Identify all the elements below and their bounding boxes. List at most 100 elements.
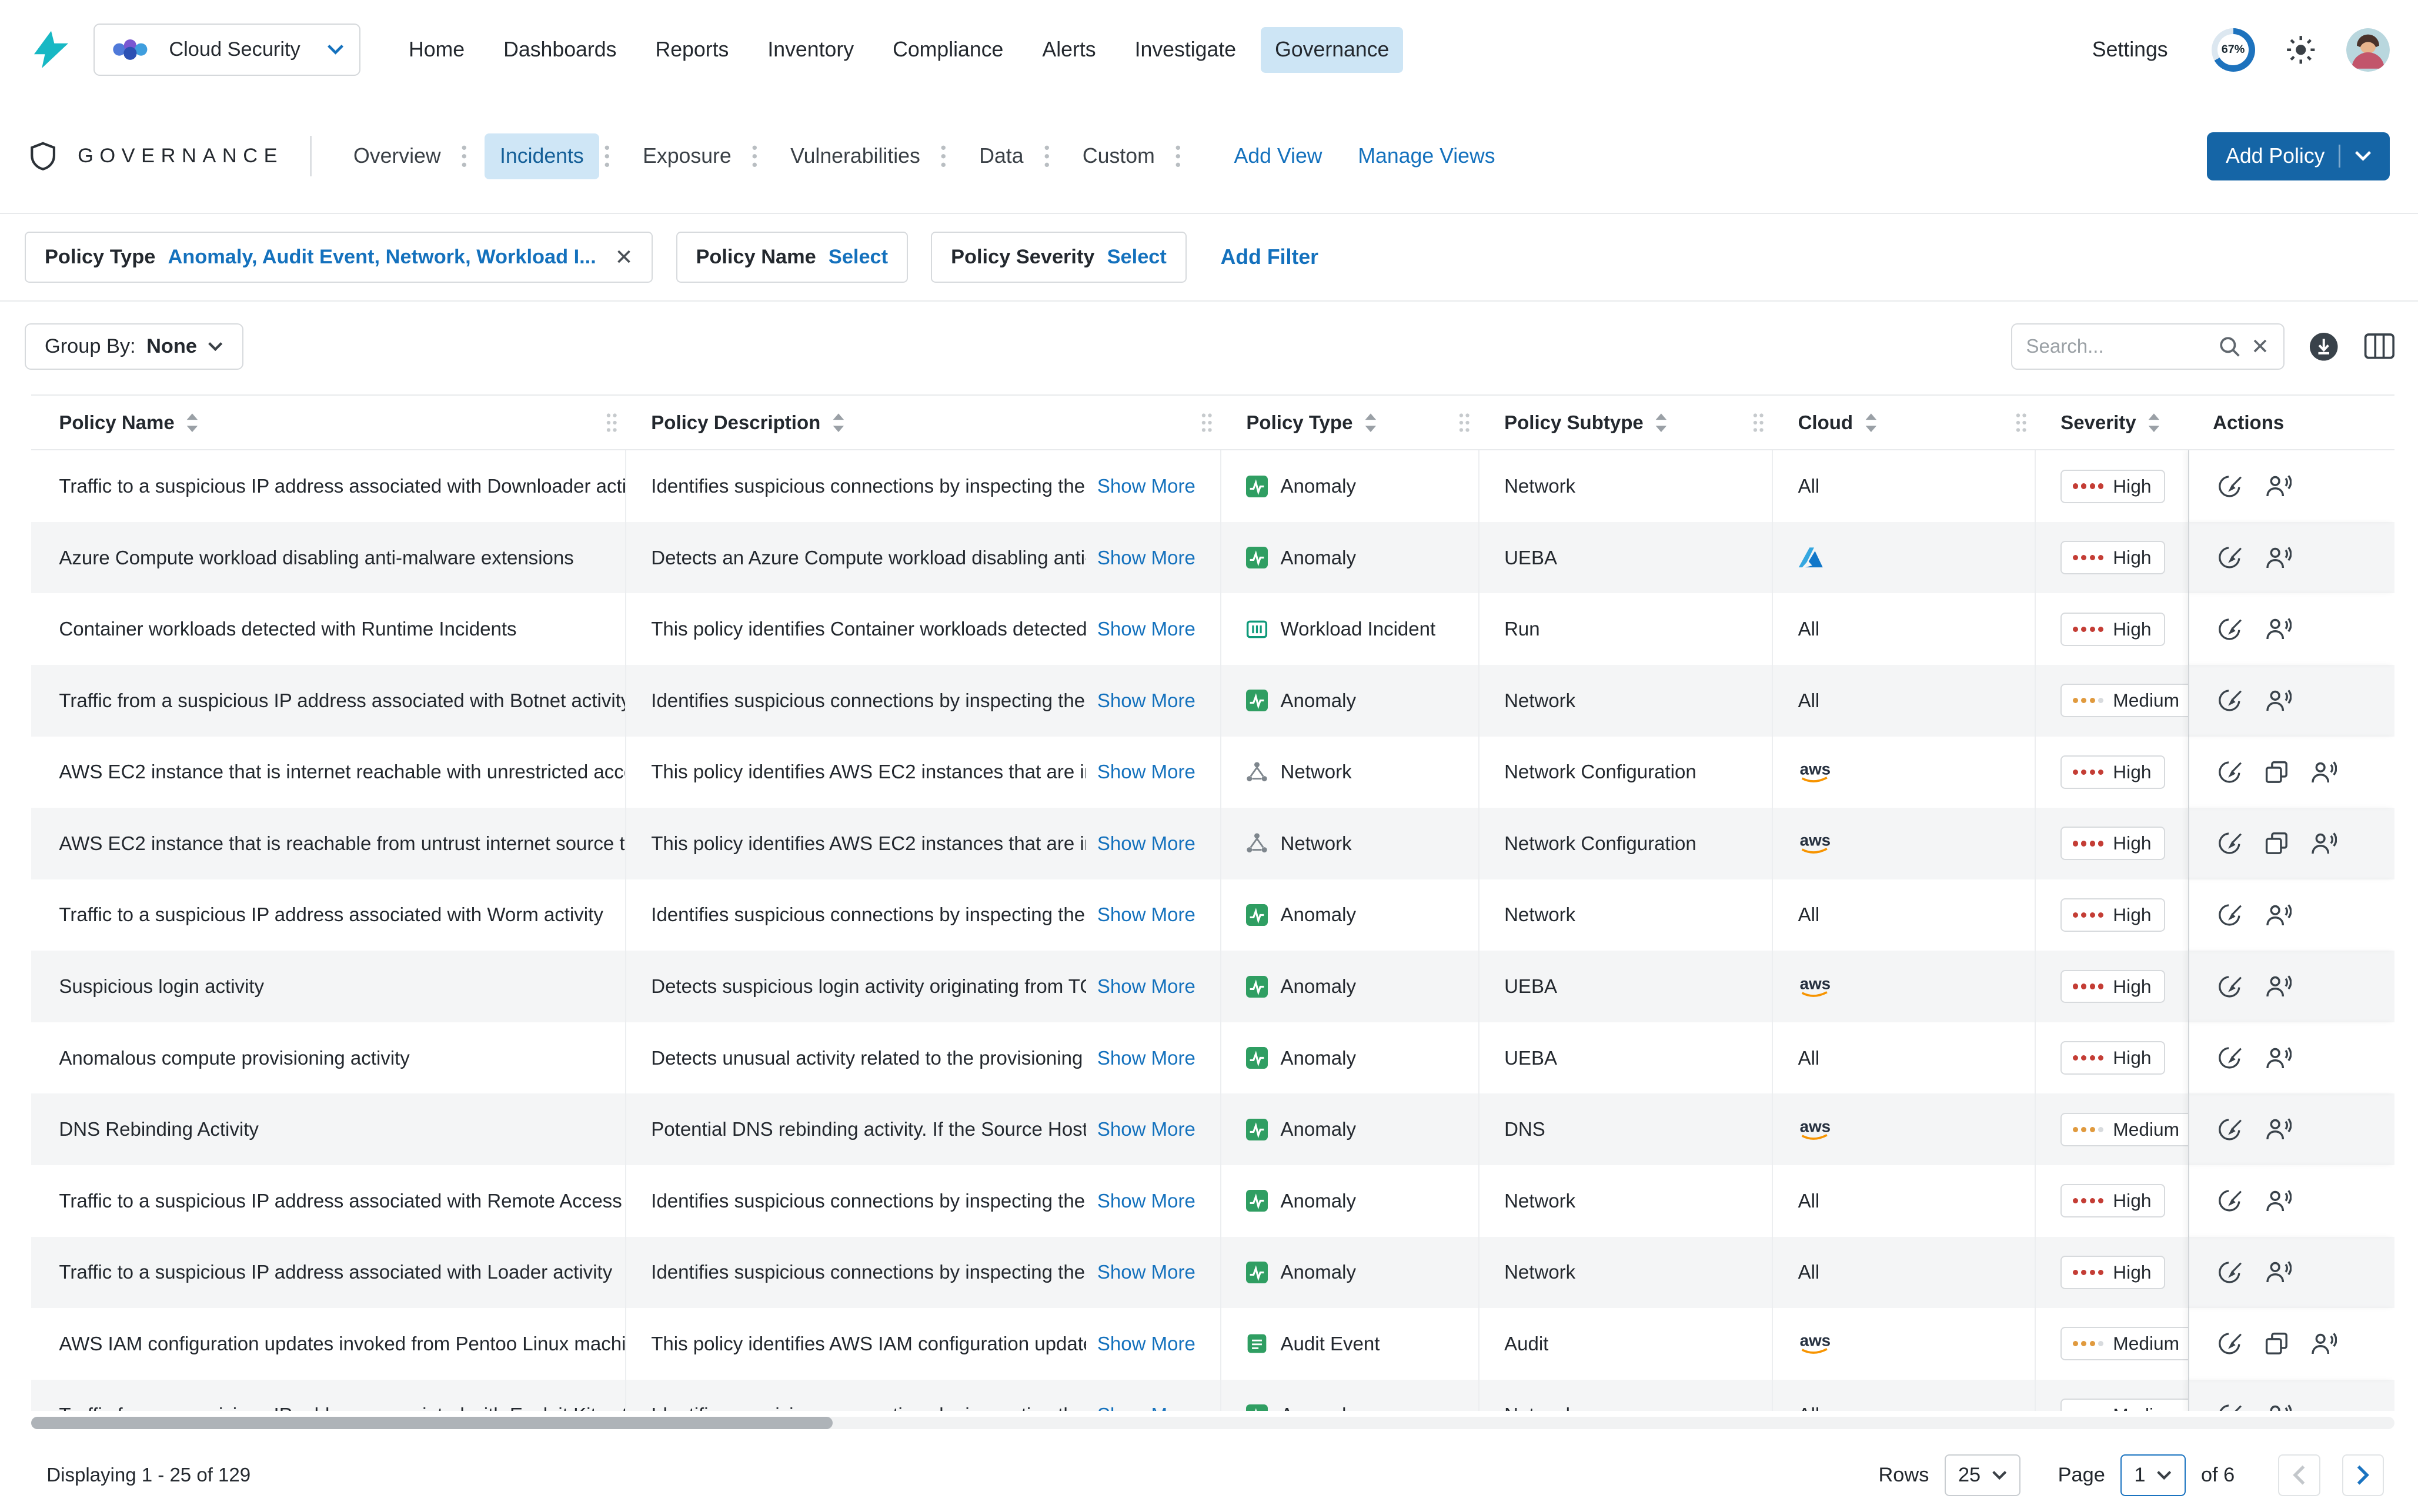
rows-per-page-select[interactable]: 25 [1944,1454,2021,1496]
sort-icon[interactable] [831,413,846,433]
edit-policy-icon[interactable] [2217,759,2243,785]
show-more-link[interactable]: Show More [1097,547,1195,569]
table-row[interactable]: AWS EC2 instance that is internet reacha… [31,736,2395,808]
user-alert-icon[interactable] [2265,1046,2292,1070]
show-more-link[interactable]: Show More [1097,475,1195,497]
user-alert-icon[interactable] [2310,832,2337,855]
table-row[interactable]: DNS Rebinding Activity Potential DNS rebi… [31,1093,2395,1165]
table-row[interactable]: AWS EC2 instance that is reachable from … [31,808,2395,879]
show-more-link[interactable]: Show More [1097,1404,1195,1410]
nav-dashboards[interactable]: Dashboards [489,27,630,73]
user-alert-icon[interactable] [2265,1404,2292,1411]
nav-investigate[interactable]: Investigate [1121,27,1250,73]
policy-name-cell[interactable]: AWS EC2 instance that is internet reacha… [31,736,626,808]
show-more-link[interactable]: Show More [1097,1190,1195,1212]
edit-policy-icon[interactable] [2217,473,2243,500]
policy-name-cell[interactable]: Traffic from a suspicious IP address ass… [31,665,626,737]
nav-reports[interactable]: Reports [642,27,743,73]
nav-settings[interactable]: Settings [2078,27,2182,73]
policy-name-cell[interactable]: Traffic to a suspicious IP address assoc… [31,879,626,951]
table-row[interactable]: Traffic to a suspicious IP address assoc… [31,1165,2395,1237]
user-alert-icon[interactable] [2265,1118,2292,1141]
clone-policy-icon[interactable] [2265,1332,2289,1356]
user-alert-icon[interactable] [2265,617,2292,641]
table-row[interactable]: Traffic from a suspicious IP address ass… [31,1379,2395,1411]
filter-chip-policy-severity[interactable]: Policy Severity Select [931,231,1187,283]
search-icon[interactable] [2219,336,2240,357]
nav-governance[interactable]: Governance [1261,26,1404,73]
user-alert-icon[interactable] [2310,1332,2337,1356]
column-header-policy-description[interactable]: Policy Description [626,396,1221,449]
user-alert-icon[interactable] [2265,904,2292,927]
table-row[interactable]: Traffic to a suspicious IP address assoc… [31,879,2395,951]
nav-alerts[interactable]: Alerts [1028,27,1110,73]
column-header-policy-name[interactable]: Policy Name [31,396,626,449]
policy-name-cell[interactable]: Azure Compute workload disabling anti-ma… [31,521,626,594]
edit-policy-icon[interactable] [2217,1187,2243,1214]
tab-incidents-menu-icon[interactable] [604,145,610,168]
show-more-link[interactable]: Show More [1097,1047,1195,1069]
sort-icon[interactable] [1654,413,1668,433]
column-header-cloud[interactable]: Cloud [1773,396,2036,449]
table-row[interactable]: Suspicious login activity Detects suspici… [31,951,2395,1022]
download-icon[interactable] [2307,330,2340,363]
user-alert-icon[interactable] [2310,761,2337,784]
user-avatar[interactable] [2346,28,2390,72]
tab-overview-menu-icon[interactable] [461,145,467,168]
show-more-link[interactable]: Show More [1097,975,1195,998]
sort-icon[interactable] [185,413,199,433]
column-drag-handle[interactable] [1753,413,1764,433]
show-more-link[interactable]: Show More [1097,1333,1195,1355]
edit-policy-icon[interactable] [2217,687,2243,714]
table-row[interactable]: Traffic to a suspicious IP address assoc… [31,450,2395,522]
policy-name-cell[interactable]: DNS Rebinding Activity [31,1093,626,1165]
column-settings-icon[interactable] [2364,332,2395,360]
tab-overview[interactable]: Overview [338,133,456,179]
edit-policy-icon[interactable] [2217,1402,2243,1411]
scrollbar-thumb[interactable] [31,1417,833,1430]
user-alert-icon[interactable] [2265,689,2292,712]
table-row[interactable]: Container workloads detected with Runtim… [31,593,2395,665]
app-logo[interactable] [28,28,72,72]
user-alert-icon[interactable] [2265,546,2292,570]
edit-policy-icon[interactable] [2217,1259,2243,1286]
policy-name-cell[interactable]: Container workloads detected with Runtim… [31,593,626,665]
edit-policy-icon[interactable] [2217,830,2243,857]
page-select[interactable]: 1 [2120,1454,2186,1496]
show-more-link[interactable]: Show More [1097,618,1195,640]
policy-name-cell[interactable]: Traffic from a suspicious IP address ass… [31,1379,626,1411]
user-alert-icon[interactable] [2265,1260,2292,1284]
user-alert-icon[interactable] [2265,1189,2292,1213]
add-policy-button[interactable]: Add Policy [2207,132,2390,180]
policy-name-cell[interactable]: AWS IAM configuration updates invoked fr… [31,1308,626,1380]
edit-policy-icon[interactable] [2217,1330,2243,1357]
user-alert-icon[interactable] [2265,975,2292,998]
previous-page-button[interactable] [2278,1454,2320,1496]
filter-value[interactable]: Anomaly, Audit Event, Network, Workload … [168,246,596,269]
edit-policy-icon[interactable] [2217,616,2243,643]
sort-icon[interactable] [1864,413,1878,433]
next-page-button[interactable] [2342,1454,2384,1496]
filter-value[interactable]: Select [1107,246,1167,269]
policy-name-cell[interactable]: AWS EC2 instance that is reachable from … [31,808,626,879]
sort-icon[interactable] [1364,413,1378,433]
add-filter-link[interactable]: Add Filter [1221,245,1318,269]
column-drag-handle[interactable] [1201,413,1212,433]
show-more-link[interactable]: Show More [1097,761,1195,783]
column-drag-handle[interactable] [606,413,617,433]
add-view-link[interactable]: Add View [1234,144,1322,168]
tab-incidents[interactable]: Incidents [484,133,600,179]
completion-ring[interactable]: 67% [2211,28,2255,72]
nav-inventory[interactable]: Inventory [754,27,868,73]
policy-name-cell[interactable]: Anomalous compute provisioning activity [31,1022,626,1094]
user-alert-icon[interactable] [2265,474,2292,498]
nav-compliance[interactable]: Compliance [879,27,1017,73]
column-header-severity[interactable]: Severity [2036,396,2188,449]
edit-policy-icon[interactable] [2217,974,2243,1000]
tab-data-menu-icon[interactable] [1044,145,1050,168]
show-more-link[interactable]: Show More [1097,904,1195,926]
tab-exposure-menu-icon[interactable] [752,145,758,168]
tab-custom[interactable]: Custom [1067,133,1171,179]
horizontal-scrollbar[interactable] [31,1417,2395,1430]
column-drag-handle[interactable] [2016,413,2026,433]
